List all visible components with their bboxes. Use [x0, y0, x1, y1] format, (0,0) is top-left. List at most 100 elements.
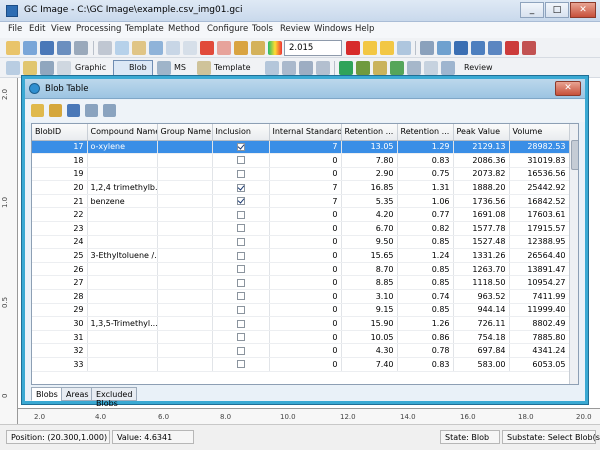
- inclusion-checkbox[interactable]: [236, 156, 245, 165]
- settings-icon[interactable]: [49, 104, 62, 117]
- grid-icon[interactable]: [166, 41, 180, 55]
- edit-blob-icon[interactable]: [31, 104, 44, 117]
- export-icon[interactable]: [488, 41, 502, 55]
- back-arrow-icon[interactable]: [363, 41, 377, 55]
- pointer-icon[interactable]: [23, 61, 37, 75]
- column-header-compound-name[interactable]: Compound Name: [87, 124, 158, 141]
- save-icon[interactable]: [40, 41, 54, 55]
- blob-stats-icon[interactable]: [454, 41, 468, 55]
- inclusion-checkbox[interactable]: [236, 183, 245, 192]
- inclusion-checkbox[interactable]: [236, 210, 245, 219]
- inclusion-checkbox[interactable]: [236, 224, 245, 233]
- delete-icon[interactable]: [200, 41, 214, 55]
- cell-inclusion[interactable]: [212, 180, 270, 195]
- cut-icon[interactable]: [98, 41, 112, 55]
- menu-windows[interactable]: Windows: [314, 24, 352, 34]
- open-folder-icon[interactable]: [6, 41, 20, 55]
- column-header-inclusion[interactable]: Inclusion: [212, 124, 270, 141]
- ms-icon[interactable]: [157, 61, 171, 75]
- table-row[interactable]: 18 0 7.80 0.83 2086.36 31019.83: [32, 153, 570, 168]
- stop-icon[interactable]: [346, 41, 360, 55]
- table-row[interactable]: 17 o-xylene 7 13.05 1.29 2129.13 28982.53: [32, 140, 570, 155]
- template-label[interactable]: Template: [214, 63, 251, 72]
- table-row[interactable]: 33 0 7.40 0.83 583.00 6053.05: [32, 357, 570, 372]
- refresh-icon[interactable]: [339, 61, 353, 75]
- inclusion-checkbox[interactable]: [236, 251, 245, 260]
- inclusion-checkbox[interactable]: [236, 319, 245, 328]
- cell-inclusion[interactable]: [212, 207, 270, 223]
- cell-inclusion[interactable]: [212, 303, 270, 318]
- menu-method[interactable]: Method: [168, 24, 200, 34]
- table-row[interactable]: 30 1,3,5-Trimethyl... 0 15.90 1.26 726.11 8802…: [32, 316, 570, 331]
- inclusion-checkbox[interactable]: [236, 142, 245, 151]
- table-row[interactable]: 25 3-Ethyltoluene /... 0 15.65 1.24 1331.26 26…: [32, 248, 570, 263]
- inclusion-checkbox[interactable]: [236, 265, 245, 274]
- cell-inclusion[interactable]: [212, 235, 270, 250]
- menu-file[interactable]: File: [8, 24, 22, 34]
- sort-ascending-icon[interactable]: [85, 104, 98, 117]
- table-row[interactable]: 29 0 9.15 0.85 944.14 11999.40: [32, 303, 570, 318]
- inclusion-checkbox[interactable]: [236, 305, 245, 314]
- pan-icon[interactable]: [40, 61, 54, 75]
- menu-help[interactable]: Help: [355, 24, 374, 34]
- blob-table-close-button[interactable]: ✕: [555, 81, 581, 96]
- menu-processing[interactable]: Processing: [76, 24, 121, 34]
- cell-inclusion[interactable]: [212, 275, 270, 291]
- delete-all-icon[interactable]: [217, 41, 231, 55]
- table-vertical-scrollbar[interactable]: [569, 124, 578, 384]
- green-dot-icon[interactable]: [390, 61, 404, 75]
- inclusion-checkbox[interactable]: [236, 197, 245, 206]
- chart-icon[interactable]: [420, 41, 434, 55]
- menu-view[interactable]: View: [51, 24, 71, 34]
- tab-excluded-blobs[interactable]: Excluded Blobs: [91, 387, 138, 408]
- cell-inclusion[interactable]: [212, 357, 270, 372]
- minimize-button[interactable]: _: [520, 2, 544, 18]
- column-header-retention-2[interactable]: Retention ...: [397, 124, 454, 141]
- save-as-icon[interactable]: [57, 41, 71, 55]
- table-row[interactable]: 23 0 6.70 0.82 1577.78 17915.57: [32, 221, 570, 236]
- cell-inclusion[interactable]: [212, 289, 270, 304]
- zoom-icon[interactable]: [397, 41, 411, 55]
- menu-configure[interactable]: Configure: [207, 24, 248, 34]
- blob-table-titlebar[interactable]: Blob Table ✕: [25, 79, 585, 99]
- table-row[interactable]: 27 0 8.85 0.85 1118.50 10954.27: [32, 275, 570, 291]
- select-icon[interactable]: [149, 41, 163, 55]
- table-row[interactable]: 24 0 9.50 0.85 1527.48 12388.95: [32, 235, 570, 250]
- link-icon[interactable]: [424, 61, 438, 75]
- colormap-icon[interactable]: [268, 41, 282, 55]
- value-select[interactable]: 2.015: [284, 40, 342, 56]
- save-icon[interactable]: [67, 104, 80, 117]
- menu-tools[interactable]: Tools: [252, 24, 273, 34]
- cell-inclusion[interactable]: [212, 330, 270, 345]
- close-button[interactable]: ✕: [570, 2, 596, 18]
- table-row[interactable]: 19 0 2.90 0.75 2073.82 16536.56: [32, 167, 570, 182]
- table-row[interactable]: 28 0 3.10 0.74 963.52 7411.99: [32, 289, 570, 304]
- node-icon[interactable]: [373, 61, 387, 75]
- cell-inclusion[interactable]: [212, 167, 270, 182]
- report-icon[interactable]: [471, 41, 485, 55]
- ms-label[interactable]: MS: [174, 63, 186, 72]
- template-tool-3-icon[interactable]: [299, 61, 313, 75]
- inclusion-checkbox[interactable]: [236, 333, 245, 342]
- template-icon[interactable]: [197, 61, 211, 75]
- copy-icon[interactable]: [115, 41, 129, 55]
- column-header-internal-standard[interactable]: Internal Standard: [269, 124, 342, 141]
- sort-descending-icon[interactable]: [103, 104, 116, 117]
- table-row[interactable]: 31 0 10.05 0.86 754.18 7885.80: [32, 330, 570, 345]
- column-header-peak-value[interactable]: Peak Value: [453, 124, 510, 141]
- column-header-volume[interactable]: Volume: [509, 124, 570, 141]
- menu-review[interactable]: Review: [280, 24, 310, 34]
- plot-icon[interactable]: [437, 41, 451, 55]
- table-row[interactable]: 32 0 4.30 0.78 697.84 4341.24: [32, 343, 570, 358]
- table-row[interactable]: 22 0 4.20 0.77 1691.08 17603.61: [32, 207, 570, 223]
- blob-table[interactable]: BlobID Compound Name Group Name Inclusio…: [31, 123, 579, 385]
- tab-blobs[interactable]: Blobs: [31, 387, 63, 401]
- review-label[interactable]: Review: [464, 63, 493, 72]
- graphic-icon[interactable]: [57, 61, 71, 75]
- forward-arrow-icon[interactable]: [380, 41, 394, 55]
- cell-inclusion[interactable]: [212, 140, 270, 155]
- cell-inclusion[interactable]: [212, 221, 270, 236]
- graphic-label[interactable]: Graphic: [75, 63, 106, 72]
- column-header-retention-1[interactable]: Retention ...: [341, 124, 398, 141]
- search-icon[interactable]: [6, 61, 20, 75]
